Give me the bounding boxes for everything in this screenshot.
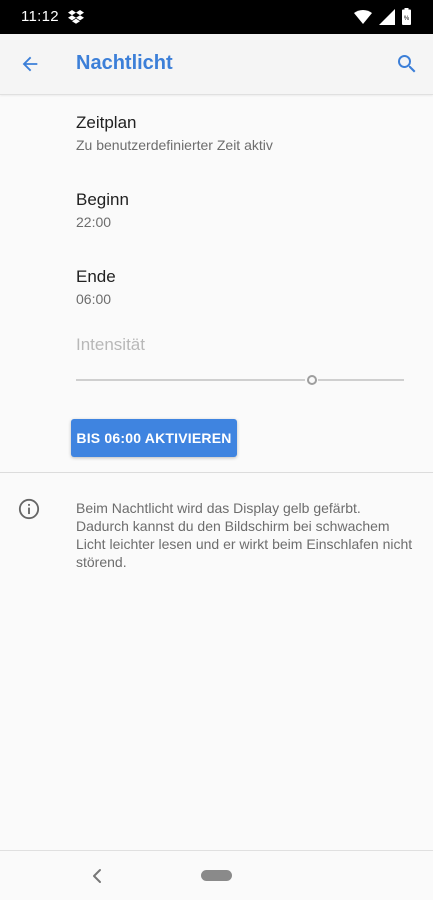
end-time-setting[interactable]: Ende 06:00 [76,267,416,308]
schedule-title: Zeitplan [76,113,137,132]
end-time-value: 06:00 [76,291,112,307]
start-time-setting[interactable]: Beginn 22:00 [76,190,416,231]
search-button[interactable] [389,46,425,82]
page-title: Nachtlicht [76,52,173,74]
slider-track-active [76,379,305,381]
divider [0,472,433,473]
battery-icon: % [402,8,411,25]
slider-track-inactive [318,379,404,381]
slider-thumb[interactable] [307,375,317,385]
status-bar: 11:12 % [0,0,433,34]
screen: 11:12 % Nachtlicht Zeitplan Zu benutzerd… [0,0,433,900]
intensity-slider[interactable] [76,370,404,390]
start-time-value: 22:00 [76,214,112,230]
end-time-title: Ende [76,267,116,286]
schedule-setting[interactable]: Zeitplan Zu benutzerdefinierter Zeit akt… [76,113,416,154]
search-icon [398,55,416,73]
info-icon [18,498,40,520]
dropbox-icon [68,10,84,24]
navigation-bar [0,850,433,900]
info-description: Beim Nachtlicht wird das Display gelb ge… [76,500,413,570]
start-time-title: Beginn [76,190,129,209]
intensity-title: Intensität [76,335,145,354]
nav-back-icon[interactable] [89,867,105,885]
arrow-back-icon [22,56,38,72]
home-pill-icon[interactable] [201,870,232,881]
intensity-setting: Intensität [76,335,416,355]
back-button[interactable] [12,46,48,82]
svg-text:%: % [404,16,410,22]
schedule-summary: Zu benutzerdefinierter Zeit aktiv [76,137,273,153]
app-bar: Nachtlicht [0,34,433,95]
status-time: 11:12 [21,8,59,25]
cell-signal-icon [379,9,395,25]
wifi-icon [354,10,372,24]
activate-until-button[interactable]: BIS 06:00 AKTIVIEREN [71,419,237,457]
